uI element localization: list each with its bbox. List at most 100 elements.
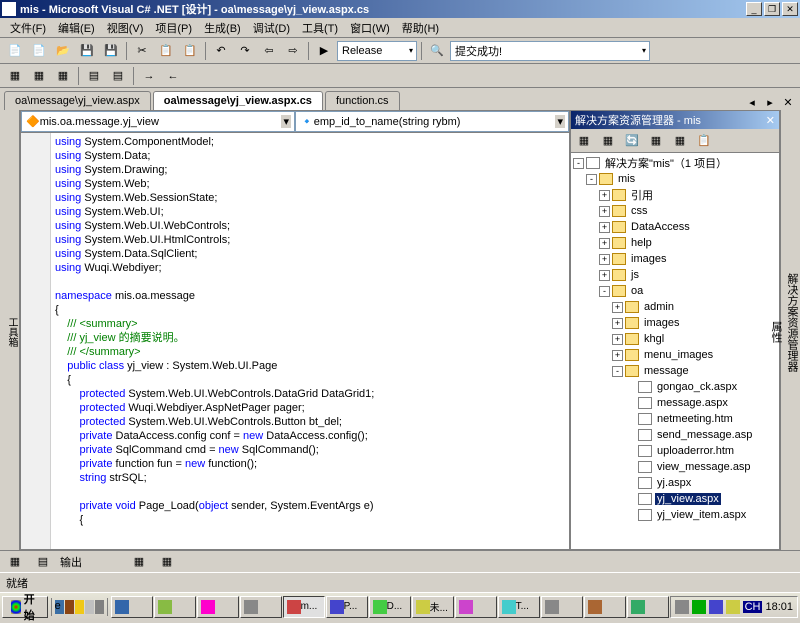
taskbar-button[interactable]: D... bbox=[369, 596, 411, 618]
undo-button[interactable]: ↶ bbox=[210, 40, 232, 62]
tb2-btn-2[interactable]: ▦ bbox=[28, 65, 50, 87]
tray-icon-2[interactable] bbox=[692, 600, 706, 614]
tray-icon-1[interactable] bbox=[675, 600, 689, 614]
tray-icon-3[interactable] bbox=[709, 600, 723, 614]
tree-node[interactable]: netmeeting.htm bbox=[573, 411, 777, 427]
tree-node[interactable]: +menu_images bbox=[573, 347, 777, 363]
cut-button[interactable]: ✂ bbox=[131, 40, 153, 62]
taskbar-button[interactable]: P... bbox=[326, 596, 368, 618]
tree-node[interactable]: uploaderror.htm bbox=[573, 443, 777, 459]
output-icon[interactable]: ▦ bbox=[4, 551, 26, 573]
clock[interactable]: 18:01 bbox=[765, 601, 793, 613]
menu-item[interactable]: 工具(T) bbox=[296, 18, 344, 38]
tree-node[interactable]: +images bbox=[573, 251, 777, 267]
tab-scroll-left[interactable]: ◂ bbox=[744, 94, 760, 110]
minimize-button[interactable]: _ bbox=[746, 2, 762, 16]
tb2-indent-button[interactable]: → bbox=[138, 65, 160, 87]
taskbar-button[interactable] bbox=[455, 596, 497, 618]
paste-button[interactable]: 📋 bbox=[179, 40, 201, 62]
config-dropdown[interactable]: Release bbox=[337, 41, 417, 61]
taskbar-button[interactable] bbox=[541, 596, 583, 618]
sol-view-designer-button[interactable]: ▦ bbox=[597, 130, 619, 152]
menu-item[interactable]: 视图(V) bbox=[101, 18, 150, 38]
tb2-comment-button[interactable]: ▤ bbox=[83, 65, 105, 87]
tb2-btn-1[interactable]: ▦ bbox=[4, 65, 26, 87]
tab-close-button[interactable]: ✕ bbox=[780, 94, 796, 110]
taskbar-button[interactable] bbox=[111, 596, 153, 618]
tree-node[interactable]: message.aspx bbox=[573, 395, 777, 411]
code-content[interactable]: using System.ComponentModel; using Syste… bbox=[51, 133, 569, 549]
quicklaunch-icon-5[interactable] bbox=[95, 600, 104, 614]
sol-show-all-button[interactable]: ▦ bbox=[645, 130, 667, 152]
document-tab[interactable]: oa\message\yj_view.aspx bbox=[4, 91, 151, 110]
tree-node[interactable]: yj.aspx bbox=[573, 475, 777, 491]
tb2-outdent-button[interactable]: ← bbox=[162, 65, 184, 87]
tree-node[interactable]: +images bbox=[573, 315, 777, 331]
tree-node[interactable]: yj_view_item.aspx bbox=[573, 507, 777, 523]
tray-icon-4[interactable] bbox=[726, 600, 740, 614]
redo-button[interactable]: ↷ bbox=[234, 40, 256, 62]
quicklaunch-desktop-icon[interactable] bbox=[65, 600, 74, 614]
taskbar-button[interactable] bbox=[197, 596, 239, 618]
sol-view-code-button[interactable]: ▦ bbox=[573, 130, 595, 152]
taskbar-button[interactable] bbox=[627, 596, 669, 618]
start-debug-button[interactable]: ▶ bbox=[313, 40, 335, 62]
new-project-button[interactable]: 📄 bbox=[4, 40, 26, 62]
sol-copy-button[interactable]: 📋 bbox=[693, 130, 715, 152]
menu-item[interactable]: 编辑(E) bbox=[52, 18, 101, 38]
tab-scroll-right[interactable]: ▸ bbox=[762, 94, 778, 110]
solution-explorer-tab[interactable]: 解决方案资源管理器 bbox=[784, 114, 800, 530]
tree-node[interactable]: -message bbox=[573, 363, 777, 379]
sol-properties-button[interactable]: ▦ bbox=[669, 130, 691, 152]
find-button[interactable]: 🔍 bbox=[426, 40, 448, 62]
tasklist-icon[interactable]: ▤ bbox=[32, 551, 54, 573]
output-btn-2[interactable]: ▦ bbox=[156, 551, 178, 573]
tree-node[interactable]: +admin bbox=[573, 299, 777, 315]
output-tab[interactable]: 输出 bbox=[60, 554, 82, 570]
taskbar-button[interactable] bbox=[584, 596, 626, 618]
quicklaunch-icon-3[interactable] bbox=[75, 600, 84, 614]
class-dropdown[interactable]: 🔶 mis.oa.message.yj_view bbox=[21, 111, 295, 132]
taskbar-button[interactable] bbox=[240, 596, 282, 618]
tree-node[interactable]: +css bbox=[573, 203, 777, 219]
document-tab[interactable]: oa\message\yj_view.aspx.cs bbox=[153, 91, 323, 110]
taskbar-button[interactable]: T... bbox=[498, 596, 540, 618]
restore-button[interactable]: ❐ bbox=[764, 2, 780, 16]
sol-refresh-button[interactable]: 🔄 bbox=[621, 130, 643, 152]
tree-node[interactable]: -mis bbox=[573, 171, 777, 187]
tree-node[interactable]: -解决方案"mis"（1 项目） bbox=[573, 155, 777, 171]
start-button[interactable]: 开始 bbox=[2, 596, 48, 618]
tree-node[interactable]: gongao_ck.aspx bbox=[573, 379, 777, 395]
menu-item[interactable]: 生成(B) bbox=[198, 18, 247, 38]
quicklaunch-ie-icon[interactable]: e bbox=[55, 600, 64, 614]
menu-item[interactable]: 文件(F) bbox=[4, 18, 52, 38]
copy-button[interactable]: 📋 bbox=[155, 40, 177, 62]
save-button[interactable]: 💾 bbox=[76, 40, 98, 62]
close-button[interactable]: ✕ bbox=[782, 2, 798, 16]
member-dropdown[interactable]: 🔹 emp_id_to_name(string rybm) bbox=[295, 111, 569, 132]
menu-item[interactable]: 调试(D) bbox=[247, 18, 296, 38]
taskbar-button[interactable]: m... bbox=[283, 596, 325, 618]
menu-item[interactable]: 窗口(W) bbox=[344, 18, 396, 38]
tree-node[interactable]: -oa bbox=[573, 283, 777, 299]
taskbar-button[interactable] bbox=[154, 596, 196, 618]
quicklaunch-icon-4[interactable] bbox=[85, 600, 94, 614]
tree-node[interactable]: +引用 bbox=[573, 187, 777, 203]
nav-forward-button[interactable]: ⇨ bbox=[282, 40, 304, 62]
properties-tab[interactable]: 属性 bbox=[768, 114, 784, 550]
output-btn-1[interactable]: ▦ bbox=[128, 551, 150, 573]
tb2-btn-3[interactable]: ▦ bbox=[52, 65, 74, 87]
tree-node[interactable]: yj_view.aspx bbox=[573, 491, 777, 507]
save-all-button[interactable]: 💾 bbox=[100, 40, 122, 62]
nav-back-button[interactable]: ⇦ bbox=[258, 40, 280, 62]
find-combo[interactable]: 提交成功! bbox=[450, 41, 650, 61]
tree-node[interactable]: +help bbox=[573, 235, 777, 251]
open-button[interactable]: 📂 bbox=[52, 40, 74, 62]
tree-node[interactable]: +khgl bbox=[573, 331, 777, 347]
toolbox-tab[interactable]: 工具箱 bbox=[0, 110, 20, 550]
menu-item[interactable]: 项目(P) bbox=[149, 18, 198, 38]
tree-node[interactable]: +js bbox=[573, 267, 777, 283]
tb2-uncomment-button[interactable]: ▤ bbox=[107, 65, 129, 87]
taskbar-button[interactable]: 未... bbox=[412, 596, 454, 618]
menu-item[interactable]: 帮助(H) bbox=[396, 18, 445, 38]
